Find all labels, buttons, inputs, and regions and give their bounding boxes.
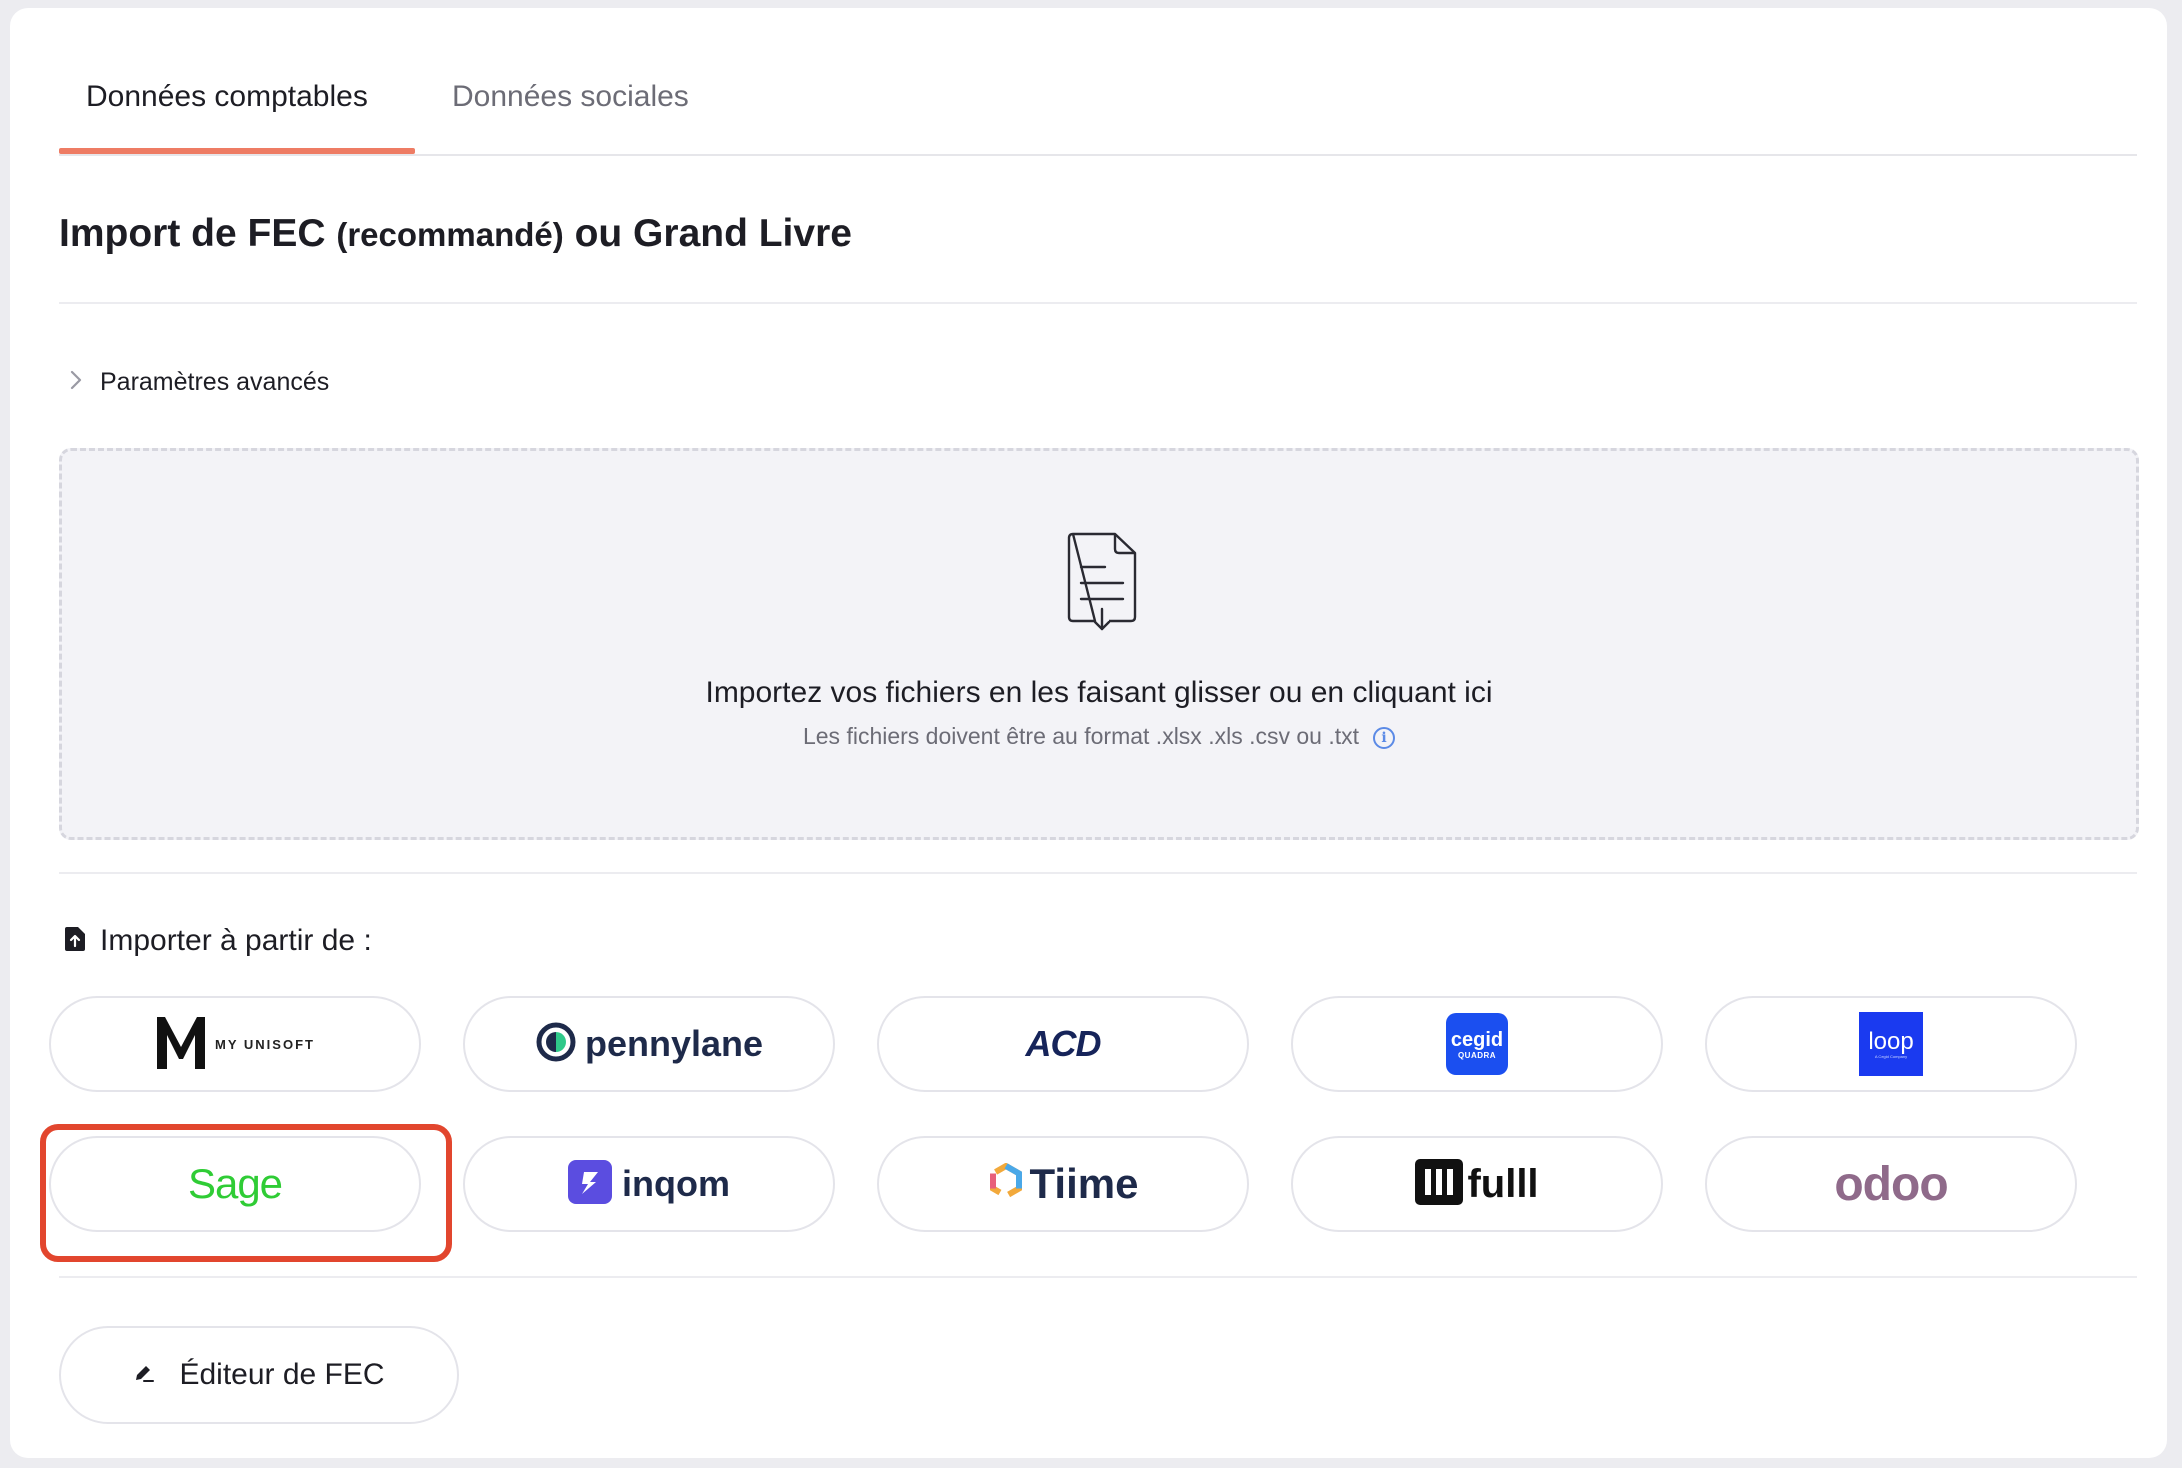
dropzone-format-text: Les fichiers doivent être au format .xls… [802,723,1360,749]
title-end: ou Grand Livre [563,212,852,255]
import-from-label: Importer à partir de : [100,924,372,957]
provider-cegid-button[interactable]: cegid QUADRA [1291,996,1663,1092]
tab-donnees-comptables[interactable]: Données comptables [86,80,368,114]
fulll-name: fulll [1467,1161,1539,1206]
import-from-header: Importer à partir de : [64,924,372,958]
import-card: Données comptables Données sociales Impo… [10,8,2167,1458]
sage-highlight-box [40,1124,452,1262]
provider-pennylane-button[interactable]: pennylane [463,996,835,1092]
tiime-name: Tiime [1029,1160,1139,1207]
divider [59,302,2137,304]
pennylane-name: pennylane [584,1023,764,1064]
cegid-logo-icon: cegid QUADRA [1446,1013,1508,1075]
fulll-logo-icon [1415,1158,1464,1210]
inqom-name: inqom [622,1163,730,1204]
dropzone-title: Importez vos fichiers en les faisant gli… [705,676,1493,709]
inqom-logo-icon [568,1159,612,1209]
myunisoft-logo-icon [155,1013,207,1076]
fec-editor-button[interactable]: Éditeur de FEC [59,1326,459,1424]
advanced-settings-label: Paramètres avancés [100,367,330,396]
provider-tiime-button[interactable]: Tiime [877,1136,1249,1232]
acd-logo: ACD [1025,1023,1102,1064]
file-dropzone[interactable]: Importez vos fichiers en les faisant gli… [59,448,2139,840]
cegid-name: cegid [1450,1028,1504,1051]
pennylane-logo-icon [535,1021,577,1068]
fec-editor-label: Éditeur de FEC [179,1358,385,1391]
title-main: Import de FEC [59,212,337,255]
provider-inqom-button[interactable]: inqom [463,1136,835,1232]
divider [59,872,2137,874]
page-title: Import de FEC (recommandé) ou Grand Livr… [59,212,852,256]
chevron-right-icon [68,366,100,398]
divider [59,1276,2137,1278]
odoo-logo: odoo [1834,1157,1948,1211]
provider-odoo-button[interactable]: odoo [1705,1136,2077,1232]
pencil-icon [133,1362,155,1389]
advanced-settings-toggle[interactable]: Paramètres avancés [68,364,329,400]
dropzone-hint: Les fichiers doivent être au format .xls… [62,723,2136,750]
cegid-sub: QUADRA [1457,1050,1497,1060]
provider-acd-button[interactable]: ACD [877,996,1249,1092]
tab-bar: Données comptables Données sociales [59,8,2137,156]
file-upload-icon [64,926,86,957]
tiime-logo-icon [988,1162,1024,1206]
info-icon[interactable]: i [1373,726,1396,749]
active-tab-indicator [59,148,415,154]
provider-fulll-button[interactable]: fulll [1291,1136,1663,1232]
loop-logo-icon: loop A Cegid Company [1859,1012,1923,1076]
loop-sub: A Cegid Company [1874,1053,1908,1059]
provider-loop-button[interactable]: loop A Cegid Company [1705,996,2077,1092]
loop-name: loop [1868,1027,1914,1055]
tab-donnees-sociales[interactable]: Données sociales [452,80,689,114]
file-download-icon [1065,531,1139,636]
provider-myunisoft-button[interactable]: MY UNISOFT [49,996,421,1092]
title-recommended: (recommandé) [336,216,564,253]
myunisoft-name: MY UNISOFT [215,1036,315,1052]
